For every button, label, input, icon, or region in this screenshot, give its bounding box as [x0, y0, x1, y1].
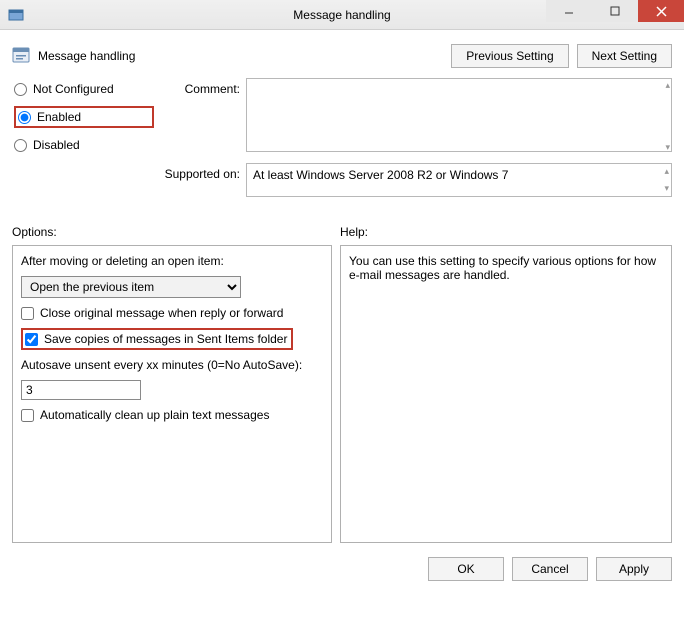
close-original-checkbox[interactable]: Close original message when reply or for… — [21, 306, 283, 320]
scroll-up-icon: ▴ — [665, 80, 670, 91]
policy-icon — [12, 46, 30, 67]
help-heading: Help: — [340, 225, 368, 239]
close-original-label: Close original message when reply or for… — [40, 306, 283, 320]
supported-value: At least Windows Server 2008 R2 or Windo… — [253, 168, 508, 182]
autosave-input[interactable] — [21, 380, 141, 400]
autosave-label: Autosave unsent every xx minutes (0=No A… — [21, 358, 323, 372]
save-sent-checkbox[interactable]: Save copies of messages in Sent Items fo… — [25, 332, 287, 346]
radio-disabled-input[interactable] — [14, 139, 27, 152]
radio-enabled-input[interactable] — [18, 111, 31, 124]
auto-cleanup-label: Automatically clean up plain text messag… — [40, 408, 269, 422]
scroll-up-icon: ▴ — [664, 166, 669, 177]
header-label: Message handling — [38, 49, 135, 63]
radio-disabled[interactable]: Disabled — [14, 138, 154, 152]
radio-not-configured-input[interactable] — [14, 83, 27, 96]
options-heading: Options: — [12, 225, 340, 239]
radio-enabled-highlight: Enabled — [14, 106, 154, 128]
radio-enabled[interactable]: Enabled — [18, 110, 81, 124]
radio-disabled-label: Disabled — [33, 138, 80, 152]
scroll-down-icon: ▾ — [664, 183, 669, 194]
app-icon — [8, 7, 24, 23]
apply-button[interactable]: Apply — [596, 557, 672, 581]
supported-box: At least Windows Server 2008 R2 or Windo… — [246, 163, 672, 197]
ok-button[interactable]: OK — [428, 557, 504, 581]
close-button[interactable] — [638, 0, 684, 22]
radio-enabled-label: Enabled — [37, 110, 81, 124]
after-move-label: After moving or deleting an open item: — [21, 254, 323, 268]
minimize-button[interactable] — [546, 0, 592, 22]
scroll-down-icon: ▾ — [665, 142, 670, 153]
help-pane: You can use this setting to specify vari… — [340, 245, 672, 543]
titlebar: Message handling — [0, 0, 684, 30]
cancel-button[interactable]: Cancel — [512, 557, 588, 581]
auto-cleanup-checkbox[interactable]: Automatically clean up plain text messag… — [21, 408, 269, 422]
help-text: You can use this setting to specify vari… — [349, 254, 663, 282]
save-sent-label: Save copies of messages in Sent Items fo… — [44, 332, 287, 346]
save-sent-input[interactable] — [25, 333, 38, 346]
radio-not-configured-label: Not Configured — [33, 82, 114, 96]
close-original-input[interactable] — [21, 307, 34, 320]
save-sent-highlight: Save copies of messages in Sent Items fo… — [21, 328, 293, 350]
next-setting-button[interactable]: Next Setting — [577, 44, 672, 68]
auto-cleanup-input[interactable] — [21, 409, 34, 422]
supported-label: Supported on: — [160, 163, 240, 181]
header-row: Message handling Previous Setting Next S… — [0, 30, 684, 78]
after-move-select[interactable]: Open the previous item — [21, 276, 241, 298]
comment-textarea[interactable] — [246, 78, 672, 152]
options-pane: After moving or deleting an open item: O… — [12, 245, 332, 543]
comment-label: Comment: — [160, 78, 240, 96]
previous-setting-button[interactable]: Previous Setting — [451, 44, 568, 68]
radio-not-configured[interactable]: Not Configured — [14, 82, 154, 96]
maximize-button[interactable] — [592, 0, 638, 22]
